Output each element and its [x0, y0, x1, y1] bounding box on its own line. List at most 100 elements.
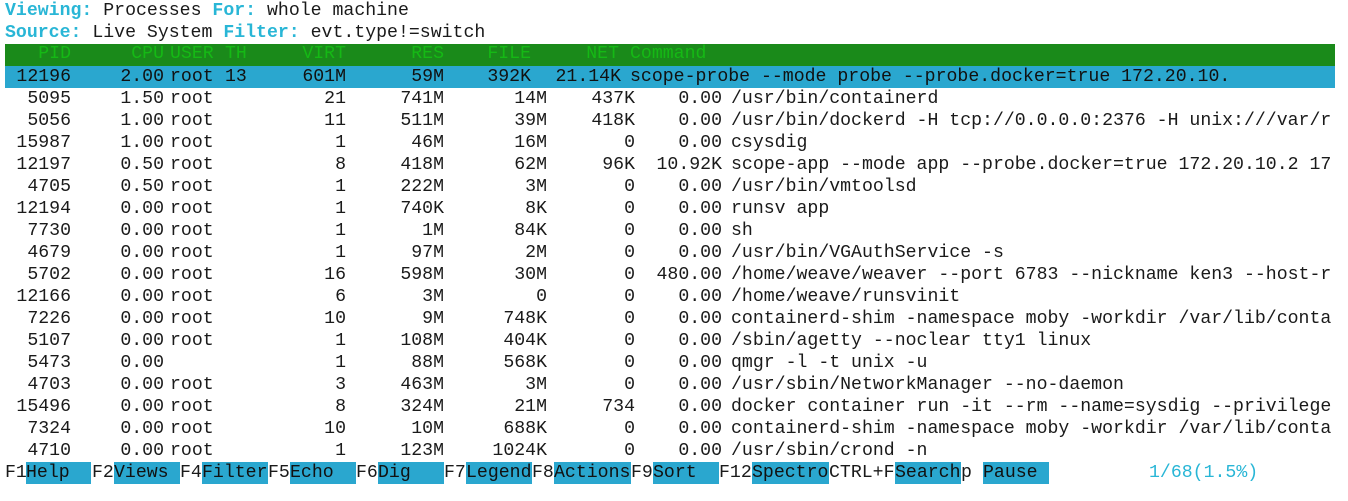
cell-virt: 123M: [400, 441, 444, 461]
legend-button[interactable]: Legend: [466, 462, 532, 484]
table-row[interactable]: 5702 0.00 root 16 598M 30M 0 480.00 /hom…: [5, 264, 1335, 286]
cell-file: 437K: [591, 89, 635, 109]
table-row[interactable]: 4705 0.50 root 1 222M 3M 0 0.00 /usr/bin…: [5, 176, 1335, 198]
table-row[interactable]: 4703 0.00 root 3 463M 3M 0 0.00 /usr/sbi…: [5, 374, 1335, 396]
cell-command: sh: [731, 221, 753, 241]
cell-net: 0.00: [678, 177, 722, 197]
cell-cpu: 1.00: [120, 111, 164, 131]
col-header-cpu[interactable]: CPU: [71, 44, 164, 64]
pause-button[interactable]: Pause: [983, 462, 1049, 484]
cell-cpu: 0.00: [120, 375, 164, 395]
cell-cpu: 1.00: [120, 133, 164, 153]
cell-res: 62M: [514, 155, 547, 175]
table-row[interactable]: 7730 0.00 root 1 1M 84K 0 0.00 sh: [5, 220, 1335, 242]
fkey-f6: F6: [356, 463, 378, 483]
col-header-command[interactable]: Command: [630, 44, 1335, 64]
fkey-f8: F8: [532, 463, 554, 483]
table-row[interactable]: 7324 0.00 root 10 10M 688K 0 0.00 contai…: [5, 418, 1335, 440]
cell-res: 8K: [525, 199, 547, 219]
views-button[interactable]: Views: [114, 462, 180, 484]
cell-file: 0: [624, 199, 635, 219]
cell-res: 3M: [525, 375, 547, 395]
col-header-res[interactable]: RES: [346, 44, 444, 64]
cell-res: 2M: [525, 243, 547, 263]
table-row[interactable]: 7226 0.00 root 10 9M 748K 0 0.00 contain…: [5, 308, 1335, 330]
cell-command: /sbin/agetty --noclear tty1 linux: [731, 331, 1092, 351]
cell-res: 39M: [514, 111, 547, 131]
fkey-f1: F1: [5, 463, 27, 483]
col-header-user[interactable]: USER: [170, 44, 225, 64]
table-row[interactable]: 12194 0.00 root 1 740K 8K 0 0.00 runsv a…: [5, 198, 1335, 220]
for-label: For:: [212, 1, 257, 21]
cell-pid: 7730: [27, 221, 71, 241]
cell-pid: 5473: [27, 353, 71, 373]
fkey-f12: F12: [719, 463, 752, 483]
table-row[interactable]: 5056 1.00 root 11 511M 39M 418K 0.00 /us…: [5, 110, 1335, 132]
cell-net: 480.00: [656, 265, 723, 285]
cell-net: 0.00: [678, 353, 722, 373]
table-row[interactable]: 4710 0.00 root 1 123M 1024K 0 0.00 /usr/…: [5, 440, 1335, 462]
cell-command: scope-probe --mode probe --probe.docker=…: [630, 67, 1231, 87]
table-row-selected[interactable]: 12196 2.00 root 13 601M 59M 392K 21.14K …: [5, 66, 1335, 88]
cell-pid: 4710: [27, 441, 71, 461]
cell-cpu: 2.00: [120, 67, 164, 87]
cell-res: 21M: [514, 397, 547, 417]
filter-button[interactable]: Filter: [202, 462, 268, 484]
cell-file: 0: [624, 419, 635, 439]
col-header-pid[interactable]: PID: [5, 44, 71, 64]
fkey-f4: F4: [180, 463, 202, 483]
sort-button[interactable]: Sort: [653, 462, 719, 484]
cell-cpu: 0.50: [120, 177, 164, 197]
table-row[interactable]: 5107 0.00 root 1 108M 404K 0 0.00 /sbin/…: [5, 330, 1335, 352]
table-row[interactable]: 12166 0.00 root 6 3M 0 0 0.00 /home/weav…: [5, 286, 1335, 308]
cell-virt: 97M: [411, 243, 444, 263]
cell-user: root: [170, 199, 214, 219]
cell-file: 0: [624, 441, 635, 461]
col-header-net[interactable]: NET: [531, 44, 619, 64]
cell-pid: 5095: [27, 89, 71, 109]
cell-net: 0.00: [678, 419, 722, 439]
col-header-file[interactable]: FILE: [444, 44, 531, 64]
table-row[interactable]: 12197 0.50 root 8 418M 62M 96K 10.92K sc…: [5, 154, 1335, 176]
table-row[interactable]: 15987 1.00 root 1 46M 16M 0 0.00 csysdig: [5, 132, 1335, 154]
cell-virt: 10M: [411, 419, 444, 439]
cell-user: root: [170, 441, 214, 461]
cell-net: 0.00: [678, 441, 722, 461]
cell-th: 1: [335, 331, 346, 351]
cell-user: root: [170, 221, 214, 241]
cell-net: 0.00: [678, 397, 722, 417]
filter-label: Filter:: [223, 23, 300, 43]
cell-virt: 511M: [400, 111, 444, 131]
cell-user: root: [170, 133, 214, 153]
cell-file: 418K: [591, 111, 635, 131]
cell-pid: 15496: [16, 397, 71, 417]
actions-button[interactable]: Actions: [554, 462, 631, 484]
search-button[interactable]: Search: [895, 462, 961, 484]
cell-pid: 12166: [16, 287, 71, 307]
fkey-ctrl-f: CTRL+F: [829, 463, 895, 483]
col-header-th[interactable]: TH: [225, 44, 270, 64]
dig-button[interactable]: Dig: [378, 462, 444, 484]
fkey-f2: F2: [92, 463, 114, 483]
table-row[interactable]: 15496 0.00 root 8 324M 21M 734 0.00 dock…: [5, 396, 1335, 418]
spectro-button[interactable]: Spectro: [752, 462, 829, 484]
cell-file: 96K: [602, 155, 635, 175]
cell-cpu: 0.00: [120, 199, 164, 219]
cell-file: 0: [624, 331, 635, 351]
help-button[interactable]: Help: [26, 462, 91, 484]
cell-cpu: 0.00: [120, 243, 164, 263]
filter-value: evt.type!=switch: [310, 23, 486, 43]
fkey-f7: F7: [444, 463, 466, 483]
table-row[interactable]: 5095 1.50 root 21 741M 14M 437K 0.00 /us…: [5, 88, 1335, 110]
cell-command: /usr/sbin/NetworkManager --no-daemon: [731, 375, 1124, 395]
cell-virt: 108M: [400, 331, 444, 351]
col-header-virt[interactable]: VIRT: [270, 44, 346, 64]
cell-pid: 5056: [27, 111, 71, 131]
cell-pid: 5702: [27, 265, 71, 285]
table-row[interactable]: 4679 0.00 root 1 97M 2M 0 0.00 /usr/bin/…: [5, 242, 1335, 264]
cell-command: csysdig: [731, 133, 808, 153]
cell-command: /usr/bin/vmtoolsd: [731, 177, 917, 197]
cell-file: 392K: [487, 67, 531, 87]
table-row[interactable]: 5473 0.00 1 88M 568K 0 0.00 qmgr -l -t u…: [5, 352, 1335, 374]
echo-button[interactable]: Echo: [290, 462, 356, 484]
